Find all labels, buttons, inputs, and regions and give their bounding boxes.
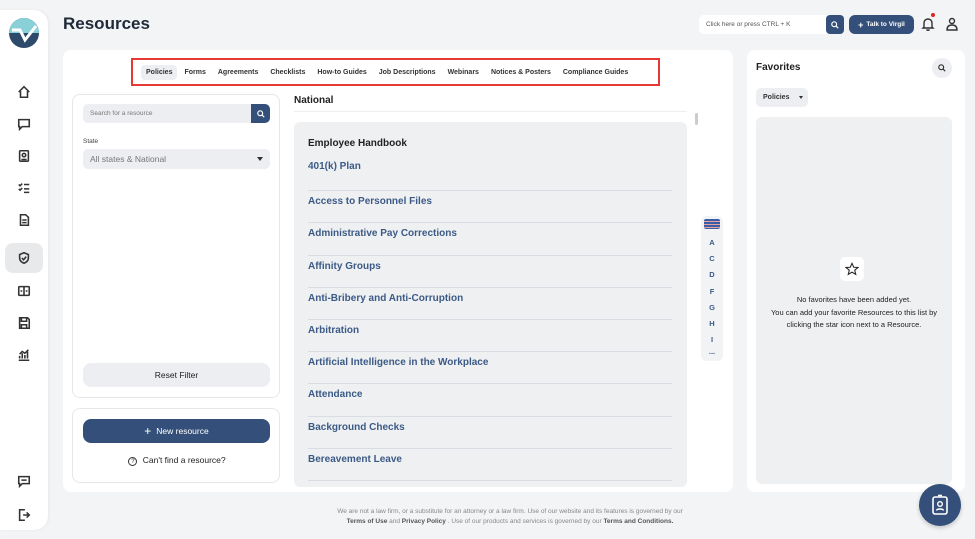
save-icon[interactable] xyxy=(5,308,43,338)
star-icon xyxy=(840,257,864,281)
talk-to-virgil-label: Talk to Virgil xyxy=(866,21,905,28)
tab-forms[interactable]: Forms xyxy=(179,65,210,80)
feedback-icon[interactable] xyxy=(5,466,43,496)
tab-compliance-guides[interactable]: Compliance Guides xyxy=(558,65,633,80)
analytics-icon[interactable] xyxy=(5,340,43,370)
favorites-title: Favorites xyxy=(756,62,801,73)
talk-to-virgil-button[interactable]: + Talk to Virgil xyxy=(849,15,914,34)
terms-conditions-link[interactable]: Terms and Conditions. xyxy=(603,518,673,525)
empty-body: You can add your favorite Resources to t… xyxy=(770,308,938,330)
letter-i[interactable]: I xyxy=(701,335,723,344)
global-search-button[interactable] xyxy=(826,15,844,34)
badge-icon[interactable] xyxy=(5,141,43,171)
list-item[interactable]: Arbitration xyxy=(308,320,672,353)
footer-and: and xyxy=(389,518,400,525)
app-logo[interactable] xyxy=(9,18,39,48)
list-item[interactable]: Background Checks xyxy=(308,417,672,449)
list-item[interactable]: Artificial Intelligence in the Workplace xyxy=(308,352,672,385)
state-select-value: All states & National xyxy=(90,154,167,164)
plus-icon: + xyxy=(858,19,864,30)
user-icon[interactable] xyxy=(946,17,958,31)
favorites-category-dropdown[interactable]: Policies xyxy=(756,88,808,107)
logout-icon[interactable] xyxy=(5,500,43,530)
chevron-down-icon xyxy=(799,96,803,99)
letter-g[interactable]: G xyxy=(701,303,723,312)
resources-panel: Policies Forms Agreements Checklists How… xyxy=(63,50,733,492)
letter-f[interactable]: F xyxy=(701,287,723,296)
list-item[interactable]: Anti-Bribery and Anti-Corruption xyxy=(308,288,672,320)
help-circle-icon: ? xyxy=(128,457,138,466)
new-resource-label: New resource xyxy=(156,426,209,436)
favorites-panel: Favorites Policies No favorites have bee… xyxy=(747,50,965,492)
cant-find-label: Can't find a resource? xyxy=(142,455,226,465)
footer-disclaimer: We are not a law firm, or a substitute f… xyxy=(295,507,725,527)
checklist-icon[interactable] xyxy=(5,173,43,203)
resource-search-input[interactable]: Search for a resource xyxy=(83,104,253,123)
resource-search-button[interactable] xyxy=(251,104,270,123)
footer-line2: . Use of our products and services is go… xyxy=(447,518,602,525)
favorites-dropdown-value: Policies xyxy=(763,94,790,101)
reset-filter-button[interactable]: Reset Filter xyxy=(83,363,270,387)
empty-title: No favorites have been added yet. xyxy=(796,295,912,304)
tab-notices-posters[interactable]: Notices & Posters xyxy=(486,65,556,80)
privacy-policy-link[interactable]: Privacy Policy xyxy=(402,518,446,525)
letter-h[interactable]: H xyxy=(701,319,723,328)
search-icon xyxy=(256,109,265,118)
more-letters[interactable]: ... xyxy=(701,347,723,356)
list-item[interactable]: Access to Personnel Files xyxy=(308,191,672,224)
notification-dot xyxy=(931,13,935,17)
badge-icon xyxy=(932,494,948,515)
footer-line1: We are not a law firm, or a substitute f… xyxy=(337,508,683,515)
page-title: Resources xyxy=(63,14,150,33)
virgil-assistant-button[interactable] xyxy=(919,484,961,526)
category-tabs: Policies Forms Agreements Checklists How… xyxy=(131,58,660,86)
favorites-empty-state: No favorites have been added yet. You ca… xyxy=(756,117,952,484)
search-icon xyxy=(938,64,946,72)
section-title: National xyxy=(294,95,334,106)
favorites-search-button[interactable] xyxy=(932,58,952,78)
shield-icon[interactable] xyxy=(5,243,43,273)
tab-checklists[interactable]: Checklists xyxy=(265,65,310,80)
new-resource-card: + New resource ? Can't find a resource? xyxy=(72,408,280,483)
global-search-input[interactable]: Click here or press CTRL + K xyxy=(699,15,844,34)
letter-c[interactable]: C xyxy=(701,254,723,263)
document-icon[interactable] xyxy=(5,205,43,235)
alphabet-index: A C D F G H I ... xyxy=(701,216,723,361)
tab-how-to-guides[interactable]: How-to Guides xyxy=(312,65,371,80)
tab-agreements[interactable]: Agreements xyxy=(213,65,263,80)
section-divider xyxy=(294,111,687,112)
scrollbar[interactable] xyxy=(695,113,698,125)
state-select[interactable]: All states & National xyxy=(83,149,270,169)
list-item[interactable]: Bereavement Leave xyxy=(308,449,672,481)
chevron-down-icon xyxy=(257,157,263,161)
search-icon xyxy=(831,20,839,29)
filter-card: Search for a resource State All states &… xyxy=(72,94,280,398)
terms-of-use-link[interactable]: Terms of Use xyxy=(347,518,388,525)
tab-job-descriptions[interactable]: Job Descriptions xyxy=(374,65,441,80)
list-item[interactable]: 401(k) Plan xyxy=(308,159,672,192)
list-item[interactable]: Administrative Pay Corrections xyxy=(308,223,672,256)
letter-a[interactable]: A xyxy=(701,238,723,247)
compare-icon[interactable] xyxy=(5,276,43,306)
home-icon[interactable] xyxy=(5,77,43,107)
cant-find-link[interactable]: ? Can't find a resource? xyxy=(73,455,281,466)
list-item[interactable]: Affinity Groups xyxy=(308,256,672,288)
tab-policies[interactable]: Policies xyxy=(141,64,178,80)
plus-icon: + xyxy=(144,424,152,438)
state-label: State xyxy=(83,138,99,145)
tab-webinars[interactable]: Webinars xyxy=(443,65,484,80)
new-resource-button[interactable]: + New resource xyxy=(83,419,270,443)
sidebar xyxy=(0,10,48,530)
chat-icon[interactable] xyxy=(5,109,43,139)
group-title: Employee Handbook xyxy=(308,138,407,149)
resource-list: Employee Handbook 401(k) Plan Access to … xyxy=(294,122,687,487)
list-item[interactable]: Attendance xyxy=(308,384,672,417)
letter-d[interactable]: D xyxy=(701,270,723,279)
bell-icon[interactable] xyxy=(921,16,935,32)
us-flag-icon[interactable] xyxy=(704,219,720,229)
